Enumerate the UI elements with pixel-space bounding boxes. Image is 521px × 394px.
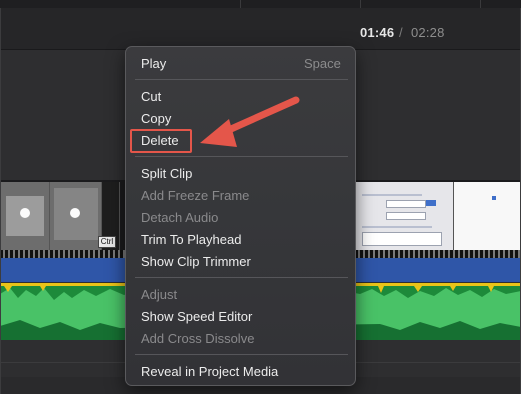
annotation-arrow-icon: [200, 96, 300, 147]
